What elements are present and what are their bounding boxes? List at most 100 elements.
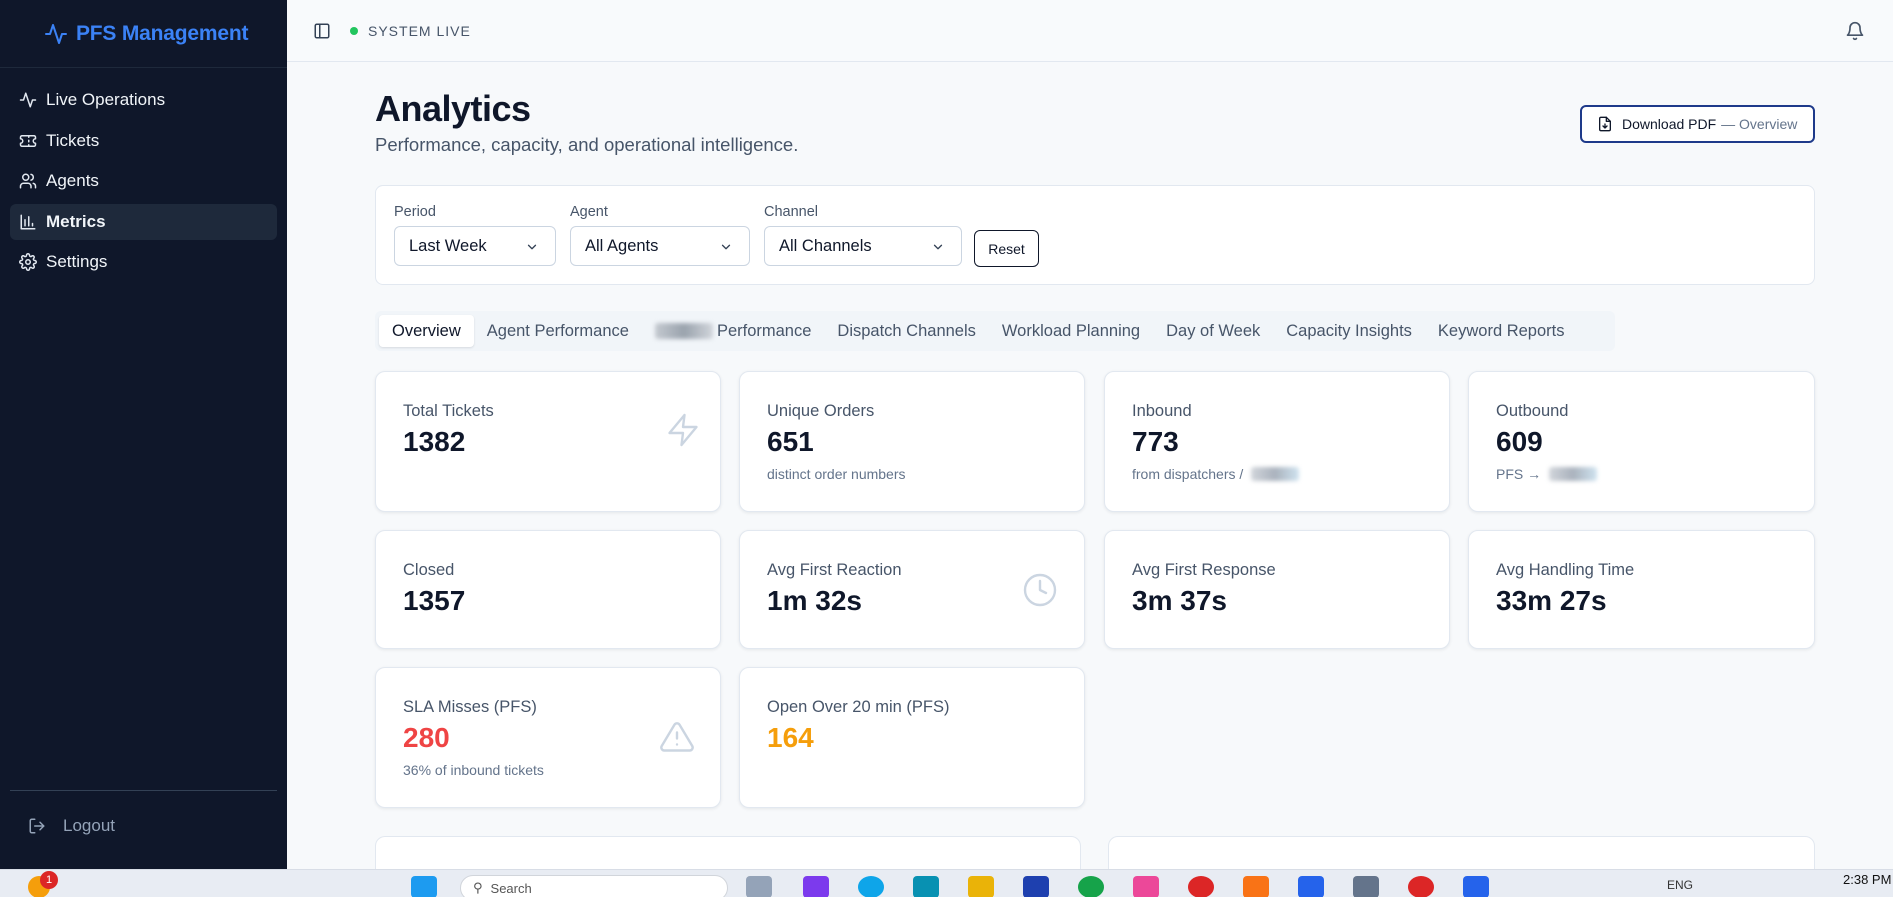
card-value: 609 [1496, 426, 1543, 457]
tab-capacity-insights[interactable]: Capacity Insights [1273, 315, 1425, 347]
chevron-down-icon [721, 244, 731, 250]
edge-icon[interactable] [858, 876, 884, 897]
slack-icon[interactable] [1133, 876, 1159, 897]
chrome-icon[interactable] [1188, 876, 1214, 897]
redacted-text [1549, 467, 1598, 481]
card-label: Outbound [1496, 402, 1569, 420]
spotify-icon[interactable] [1078, 876, 1104, 897]
card-label: Inbound [1132, 402, 1192, 420]
card-value: 164 [767, 722, 814, 753]
logout-button[interactable]: Logout [28, 816, 115, 836]
chevron-down-icon [527, 244, 537, 250]
card-label: SLA Misses (PFS) [403, 698, 537, 716]
card-value: 1357 [403, 585, 466, 616]
agent-value: All Agents [585, 236, 659, 255]
status-dot [350, 26, 358, 35]
avg-first-reaction-card: Avg First Reaction 1m 32s [739, 530, 1085, 649]
tab-performance[interactable]: Performance [642, 315, 824, 347]
filters-panel: Period Last Week Agent All Agents Channe… [375, 185, 1815, 285]
sidebar-item-label: Metrics [46, 211, 106, 231]
reset-button[interactable]: Reset [974, 230, 1039, 267]
logout-icon [29, 818, 45, 834]
language-indicator[interactable]: ENG [1667, 878, 1693, 892]
sidebar-nav: Live Operations Tickets Agents Metrics S… [0, 68, 287, 280]
app-icon[interactable] [1243, 876, 1269, 897]
card-value: 33m 27s [1496, 585, 1607, 616]
card-value: 773 [1132, 426, 1179, 457]
sidebar-item-tickets[interactable]: Tickets [10, 123, 277, 159]
copilot-icon[interactable] [803, 876, 829, 897]
redacted-text [654, 323, 713, 339]
total-tickets-card: Total Tickets 1382 [375, 371, 721, 512]
redacted-text [1251, 467, 1300, 481]
agent-select[interactable]: All Agents [570, 226, 750, 266]
status-text: SYSTEM LIVE [368, 22, 471, 39]
tab-agent-performance[interactable]: Agent Performance [474, 315, 642, 347]
file-download-icon [1599, 116, 1611, 132]
avg-handling-time-card: Avg Handling Time 33m 27s [1468, 530, 1815, 649]
sidebar-item-settings[interactable]: Settings [10, 244, 277, 280]
card-value: 1m 32s [767, 585, 862, 616]
card-subtext-label: PFS → [1496, 466, 1542, 482]
card-label: Avg Handling Time [1496, 561, 1635, 579]
card-subtext: distinct order numbers [767, 466, 906, 482]
logout-label: Logout [63, 816, 115, 835]
period-value: Last Week [409, 236, 487, 255]
tab-day-of-week[interactable]: Day of Week [1153, 315, 1273, 347]
sidebar-item-live-operations[interactable]: Live Operations [10, 82, 277, 118]
os-taskbar: 1 ⚲ Search ENG 2:38 PM [0, 869, 1893, 897]
chevron-down-icon [933, 244, 943, 250]
sidebar: PFS Management Live Operations Tickets A… [0, 0, 287, 869]
task-view-icon[interactable] [746, 876, 772, 897]
tab-label: Performance [716, 321, 812, 340]
card-subtext: from dispatchers / [1132, 466, 1300, 482]
notification-badge: 1 [40, 871, 58, 889]
page-subtitle: Performance, capacity, and operational i… [375, 134, 799, 155]
system-status: SYSTEM LIVE [350, 23, 471, 39]
channel-value: All Channels [779, 236, 872, 255]
card-label: Unique Orders [767, 402, 875, 420]
brand[interactable]: PFS Management [0, 0, 287, 68]
calculator-icon[interactable] [1353, 876, 1379, 897]
tab-keyword-reports[interactable]: Keyword Reports [1425, 315, 1578, 347]
sidebar-item-label: Agents [46, 171, 99, 190]
bell-icon[interactable] [1845, 21, 1865, 41]
channel-select[interactable]: All Channels [764, 226, 962, 266]
clock-icon [1023, 573, 1057, 607]
card-value: 1382 [403, 426, 466, 457]
ticket-icon [19, 134, 37, 147]
sidebar-item-label: Tickets [46, 130, 100, 150]
card-label: Total Tickets [403, 402, 494, 420]
inbound-card: Inbound 773 from dispatchers / [1104, 371, 1450, 512]
sidebar-item-agents[interactable]: Agents [10, 163, 277, 199]
bar-chart-icon [20, 214, 36, 229]
windows-start-icon[interactable] [411, 876, 437, 897]
app-icon[interactable] [913, 876, 939, 897]
store-icon[interactable] [1023, 876, 1049, 897]
taskbar-search[interactable]: ⚲ Search [460, 875, 728, 897]
tab-workload-planning[interactable]: Workload Planning [989, 315, 1153, 347]
sidebar-item-metrics[interactable]: Metrics [10, 203, 277, 240]
card-subtext-label: from dispatchers / [1132, 466, 1244, 482]
file-explorer-icon[interactable] [968, 876, 994, 897]
lightning-icon [668, 413, 698, 447]
card-label: Open Over 20 min (PFS) [767, 698, 950, 716]
tab-dispatch-channels[interactable]: Dispatch Channels [824, 315, 989, 347]
unique-orders-card: Unique Orders 651 distinct order numbers [739, 371, 1085, 512]
period-label: Period [394, 204, 436, 220]
sidebar-divider [10, 790, 277, 791]
card-value: 280 [403, 722, 450, 753]
taskbar-clock[interactable]: 2:38 PM [1843, 872, 1893, 887]
download-pdf-button[interactable]: Download PDF — Overview [1580, 105, 1815, 143]
sidebar-toggle-button[interactable] [312, 21, 332, 41]
tab-overview[interactable]: Overview [379, 315, 474, 347]
channel-label: Channel [764, 204, 819, 220]
app-icon[interactable] [1463, 876, 1489, 897]
download-label: Download PDF [1622, 116, 1717, 132]
outbound-card: Outbound 609 PFS → [1468, 371, 1815, 512]
card-label: Avg First Reaction [767, 561, 902, 579]
sidebar-item-label: Live Operations [46, 90, 166, 109]
period-select[interactable]: Last Week [394, 226, 556, 266]
chrome-icon[interactable] [1408, 876, 1434, 897]
word-icon[interactable] [1298, 876, 1324, 897]
